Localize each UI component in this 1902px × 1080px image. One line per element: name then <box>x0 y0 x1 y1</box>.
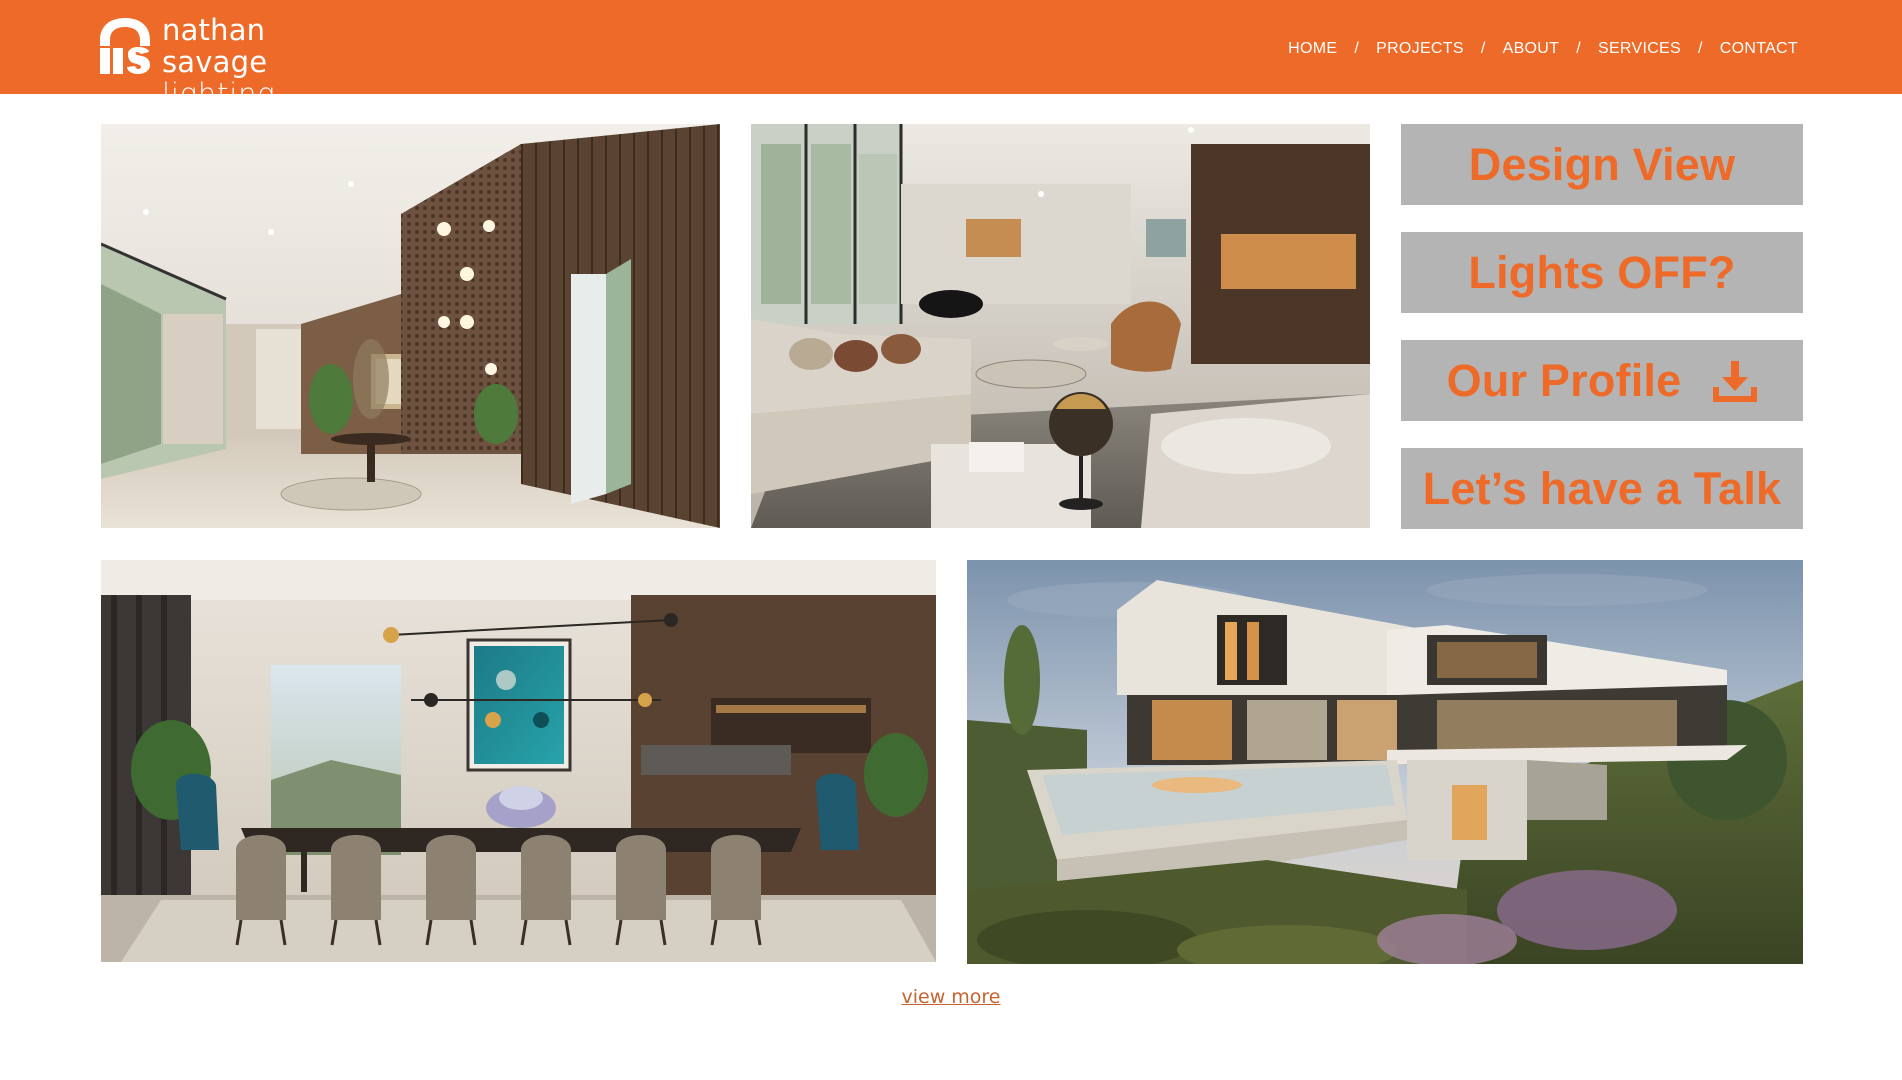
site-header: nathan savage lighting design HOME / PRO… <box>0 0 1902 142</box>
design-view-label: Design View <box>1468 138 1736 190</box>
nav-contact[interactable]: CONTACT <box>1720 40 1798 58</box>
photo-modern-villa-exterior <box>967 560 1803 964</box>
design-view-button[interactable]: Design View <box>1401 124 1803 205</box>
nav-separator: / <box>1576 40 1581 57</box>
lets-talk-button[interactable]: Let’s have a Talk <box>1401 448 1803 529</box>
brand-name: nathan savage lighting design <box>162 14 360 142</box>
photo-dining-room <box>101 560 936 962</box>
logo-mark-icon <box>100 18 150 74</box>
nav-home[interactable]: HOME <box>1288 40 1337 58</box>
lets-talk-label: Let’s have a Talk <box>1422 462 1782 514</box>
view-more-link[interactable]: view more <box>901 986 1000 1008</box>
photo-hallway-interior <box>101 124 720 528</box>
lights-off-button[interactable]: Lights OFF? <box>1401 232 1803 313</box>
gallery-image-villa-exterior[interactable] <box>967 560 1803 964</box>
brand-line1: nathan savage <box>162 13 268 79</box>
nav-projects[interactable]: PROJECTS <box>1376 40 1464 58</box>
nav-separator: / <box>1698 40 1703 57</box>
nav-services[interactable]: SERVICES <box>1598 40 1681 58</box>
photo-living-room <box>751 124 1370 528</box>
our-profile-button[interactable]: Our Profile <box>1401 340 1803 421</box>
brand-logo[interactable]: nathan savage lighting design <box>100 14 360 142</box>
nav-about[interactable]: ABOUT <box>1503 40 1560 58</box>
nav-separator: / <box>1354 40 1360 57</box>
view-more-container: view more <box>0 986 1902 1008</box>
gallery-image-living-room[interactable] <box>751 124 1370 528</box>
lights-off-label: Lights OFF? <box>1468 246 1736 298</box>
gallery-image-hallway[interactable] <box>101 124 720 528</box>
nav-separator: / <box>1480 40 1486 57</box>
gallery-image-dining-room[interactable] <box>101 560 936 962</box>
main-nav: HOME / PROJECTS / ABOUT / SERVICES / CON… <box>1288 38 1798 60</box>
our-profile-label: Our Profile <box>1446 354 1682 406</box>
download-icon <box>1713 360 1758 402</box>
